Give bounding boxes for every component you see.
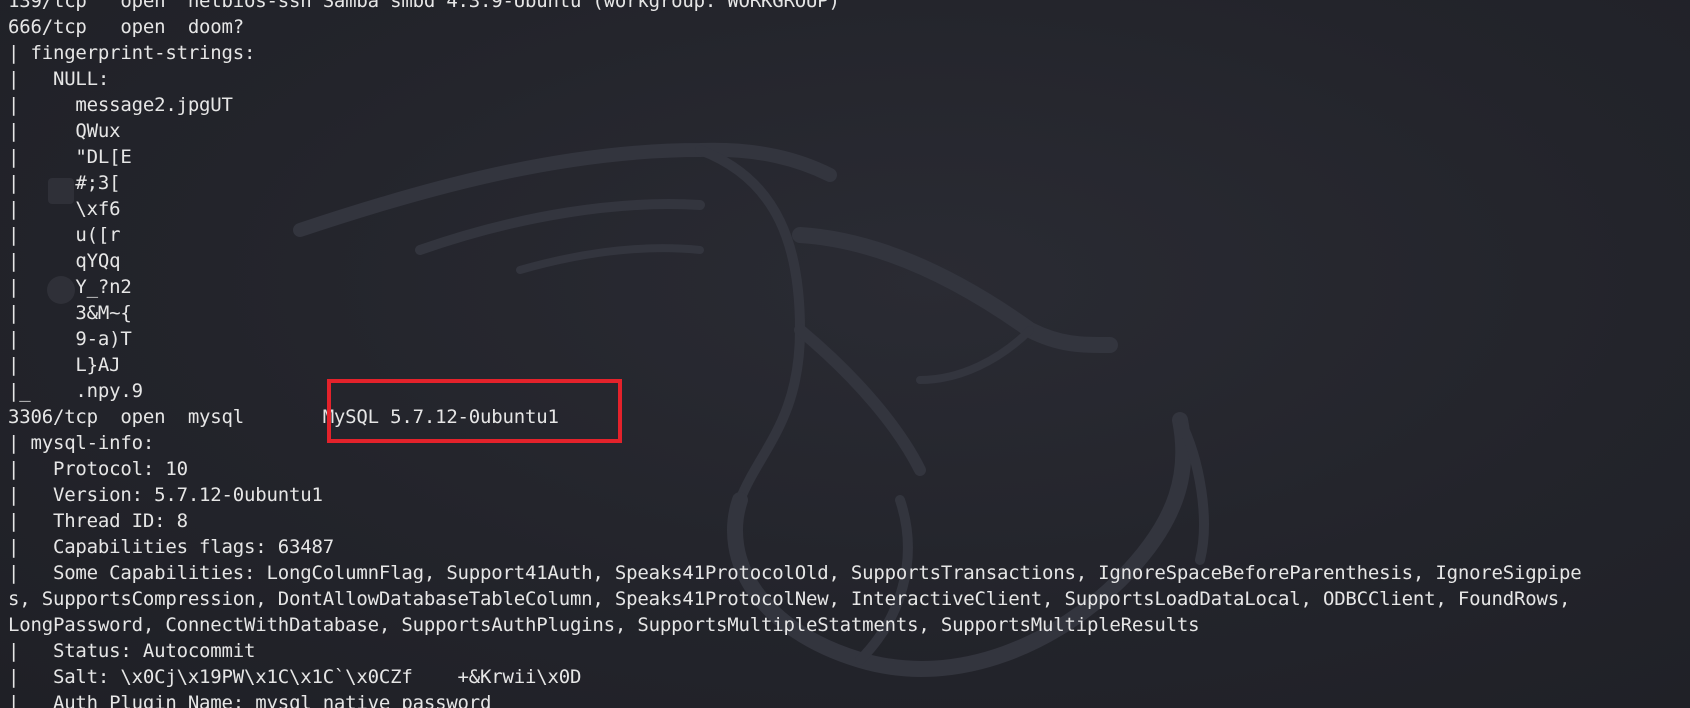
output-line: | QWux [8,120,121,142]
output-line: | #;3[ [8,172,121,194]
output-line: | Protocol: 10 [8,458,188,480]
output-line: | message2.jpgUT [8,94,233,116]
output-line: | qYQq [8,250,121,272]
output-line: | Some Capabilities: LongColumnFlag, Sup… [8,562,1582,584]
output-line: | "DL[E [8,146,132,168]
output-line: | 9-a)T [8,328,132,350]
terminal-output[interactable]: 139/tcp open netbios-ssn Samba smbd 4.3.… [8,0,1582,708]
output-line: 139/tcp open netbios-ssn Samba smbd 4.3.… [8,0,840,12]
output-line: 666/tcp open doom? [8,16,245,38]
version-highlight-box [327,379,622,443]
output-line: | Salt: \x0Cj\x19PW\x1C\x1C`\x0CZf +&Krw… [8,666,582,688]
output-line: |_ .npy.9 [8,380,143,402]
output-line: | Status: Autocommit [8,640,256,662]
output-line: | \xf6 [8,198,121,220]
output-line: | Thread ID: 8 [8,510,188,532]
output-line: LongPassword, ConnectWithDatabase, Suppo… [8,614,1200,636]
output-line: | NULL: [8,68,110,90]
output-line: | Y_?n2 [8,276,132,298]
terminal-window[interactable]: 139/tcp open netbios-ssn Samba smbd 4.3.… [0,0,1690,708]
output-line: |_ Auth Plugin Name: mysql_native_passwo… [8,692,492,708]
output-line-mysql-port: 3306/tcp open mysql MySQL 5.7.12-0ubuntu… [8,406,559,428]
output-line: | Capabilities flags: 63487 [8,536,334,558]
output-line: | 3&M~{ [8,302,132,324]
output-line: | fingerprint-strings: [8,42,256,64]
output-line: | u([r [8,224,121,246]
output-line: | Version: 5.7.12-0ubuntu1 [8,484,323,506]
output-line: | L}AJ [8,354,121,376]
output-line: | mysql-info: [8,432,155,454]
output-line: s, SupportsCompression, DontAllowDatabas… [8,588,1571,610]
